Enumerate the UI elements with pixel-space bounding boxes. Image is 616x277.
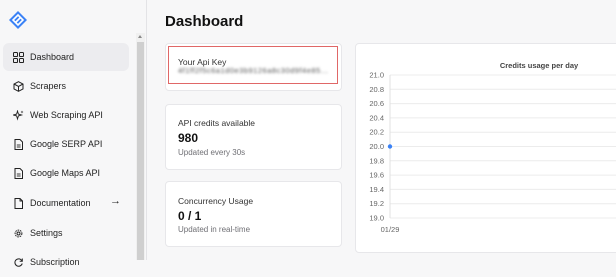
credits-updated-text: Updated every 30s xyxy=(178,148,246,157)
document-icon xyxy=(13,138,24,150)
sidebar-item-documentation[interactable]: Documentation → xyxy=(3,188,129,218)
concurrency-card: Concurrency Usage 0 / 1 Updated in real-… xyxy=(165,181,342,247)
sidebar-item-google-serp-api[interactable]: Google SERP API xyxy=(3,130,129,158)
y-tick-label: 20.2 xyxy=(369,128,384,137)
credits-usage-chart: 21.0 20.8 20.6 20.4 20.2 20.0 19.8 19.6 19.4 19.2… xyxy=(369,71,616,234)
scrollbar-thumb[interactable] xyxy=(137,42,144,260)
y-tick-label: 19.4 xyxy=(369,185,384,194)
sidebar-item-scrapers[interactable]: Scrapers xyxy=(3,72,129,100)
sidebar-item-label: Settings xyxy=(30,228,63,238)
y-tick-label: 19.8 xyxy=(369,156,384,165)
y-tick-label: 20.6 xyxy=(369,99,384,108)
sidebar-scrollbar[interactable] xyxy=(136,33,145,260)
x-tick-label: 01/29 xyxy=(381,225,400,234)
logo-icon[interactable] xyxy=(9,11,27,29)
y-tick-label: 19.0 xyxy=(369,214,384,223)
sidebar-item-label: Documentation xyxy=(30,198,91,208)
document-icon xyxy=(13,167,24,179)
sidebar-item-label: Web Scraping API xyxy=(30,110,103,120)
credits-card: API credits available 980 Updated every … xyxy=(165,104,342,170)
sidebar-item-settings[interactable]: Settings xyxy=(3,219,129,247)
gear-icon xyxy=(13,228,24,239)
sidebar-item-label: Scrapers xyxy=(30,81,67,91)
sidebar: Dashboard Scrapers Web Scraping API Goog… xyxy=(0,0,147,267)
y-tick-label: 21.0 xyxy=(369,71,384,80)
main-content: Dashboard Your Api Key 4f1ff2f5c6a1d0e3b… xyxy=(147,0,616,260)
sidebar-item-subscription[interactable]: Subscription xyxy=(3,248,129,276)
sidebar-item-web-scraping-api[interactable]: Web Scraping API xyxy=(3,101,129,129)
grid-icon xyxy=(13,51,24,63)
sparkle-icon xyxy=(13,109,24,121)
sidebar-item-google-maps-api[interactable]: Google Maps API xyxy=(3,159,129,187)
credits-label: API credits available xyxy=(178,118,256,128)
api-key-card: Your Api Key 4f1ff2f5c6a1d0e3b9126a8c30d… xyxy=(165,43,342,91)
refresh-icon xyxy=(13,257,24,268)
scroll-up-arrow-icon[interactable] xyxy=(138,35,142,38)
y-tick-label: 19.6 xyxy=(369,171,384,180)
arrow-right-icon: → xyxy=(110,195,121,207)
api-key-value[interactable]: 4f1ff2f5c6a1d0e3b9126a8c30d9f4e85... xyxy=(178,66,328,75)
concurrency-updated-text: Updated in real-time xyxy=(178,225,251,234)
credits-usage-chart-card: Credits usage per day 21.0 20.8 20.6 20.4 20… xyxy=(355,43,616,253)
sidebar-item-label: Subscription xyxy=(30,257,80,267)
credits-value: 980 xyxy=(178,131,199,145)
sidebar-item-label: Google Maps API xyxy=(30,168,101,178)
sidebar-item-label: Dashboard xyxy=(30,52,75,62)
y-tick-label: 20.0 xyxy=(369,142,384,151)
concurrency-label: Concurrency Usage xyxy=(178,196,254,206)
sidebar-item-label: Google SERP API xyxy=(30,139,103,149)
page-title: Dashboard xyxy=(165,13,244,30)
concurrency-value: 0 / 1 xyxy=(178,209,202,223)
cube-icon xyxy=(13,80,24,92)
data-point[interactable] xyxy=(387,144,393,149)
y-tick-label: 20.8 xyxy=(369,85,384,94)
y-tick-label: 20.4 xyxy=(369,113,384,122)
document-icon xyxy=(13,197,24,209)
y-tick-label: 19.2 xyxy=(369,199,384,208)
sidebar-nav: Dashboard Scrapers Web Scraping API Goog… xyxy=(0,43,146,277)
sidebar-item-dashboard[interactable]: Dashboard xyxy=(3,43,129,71)
